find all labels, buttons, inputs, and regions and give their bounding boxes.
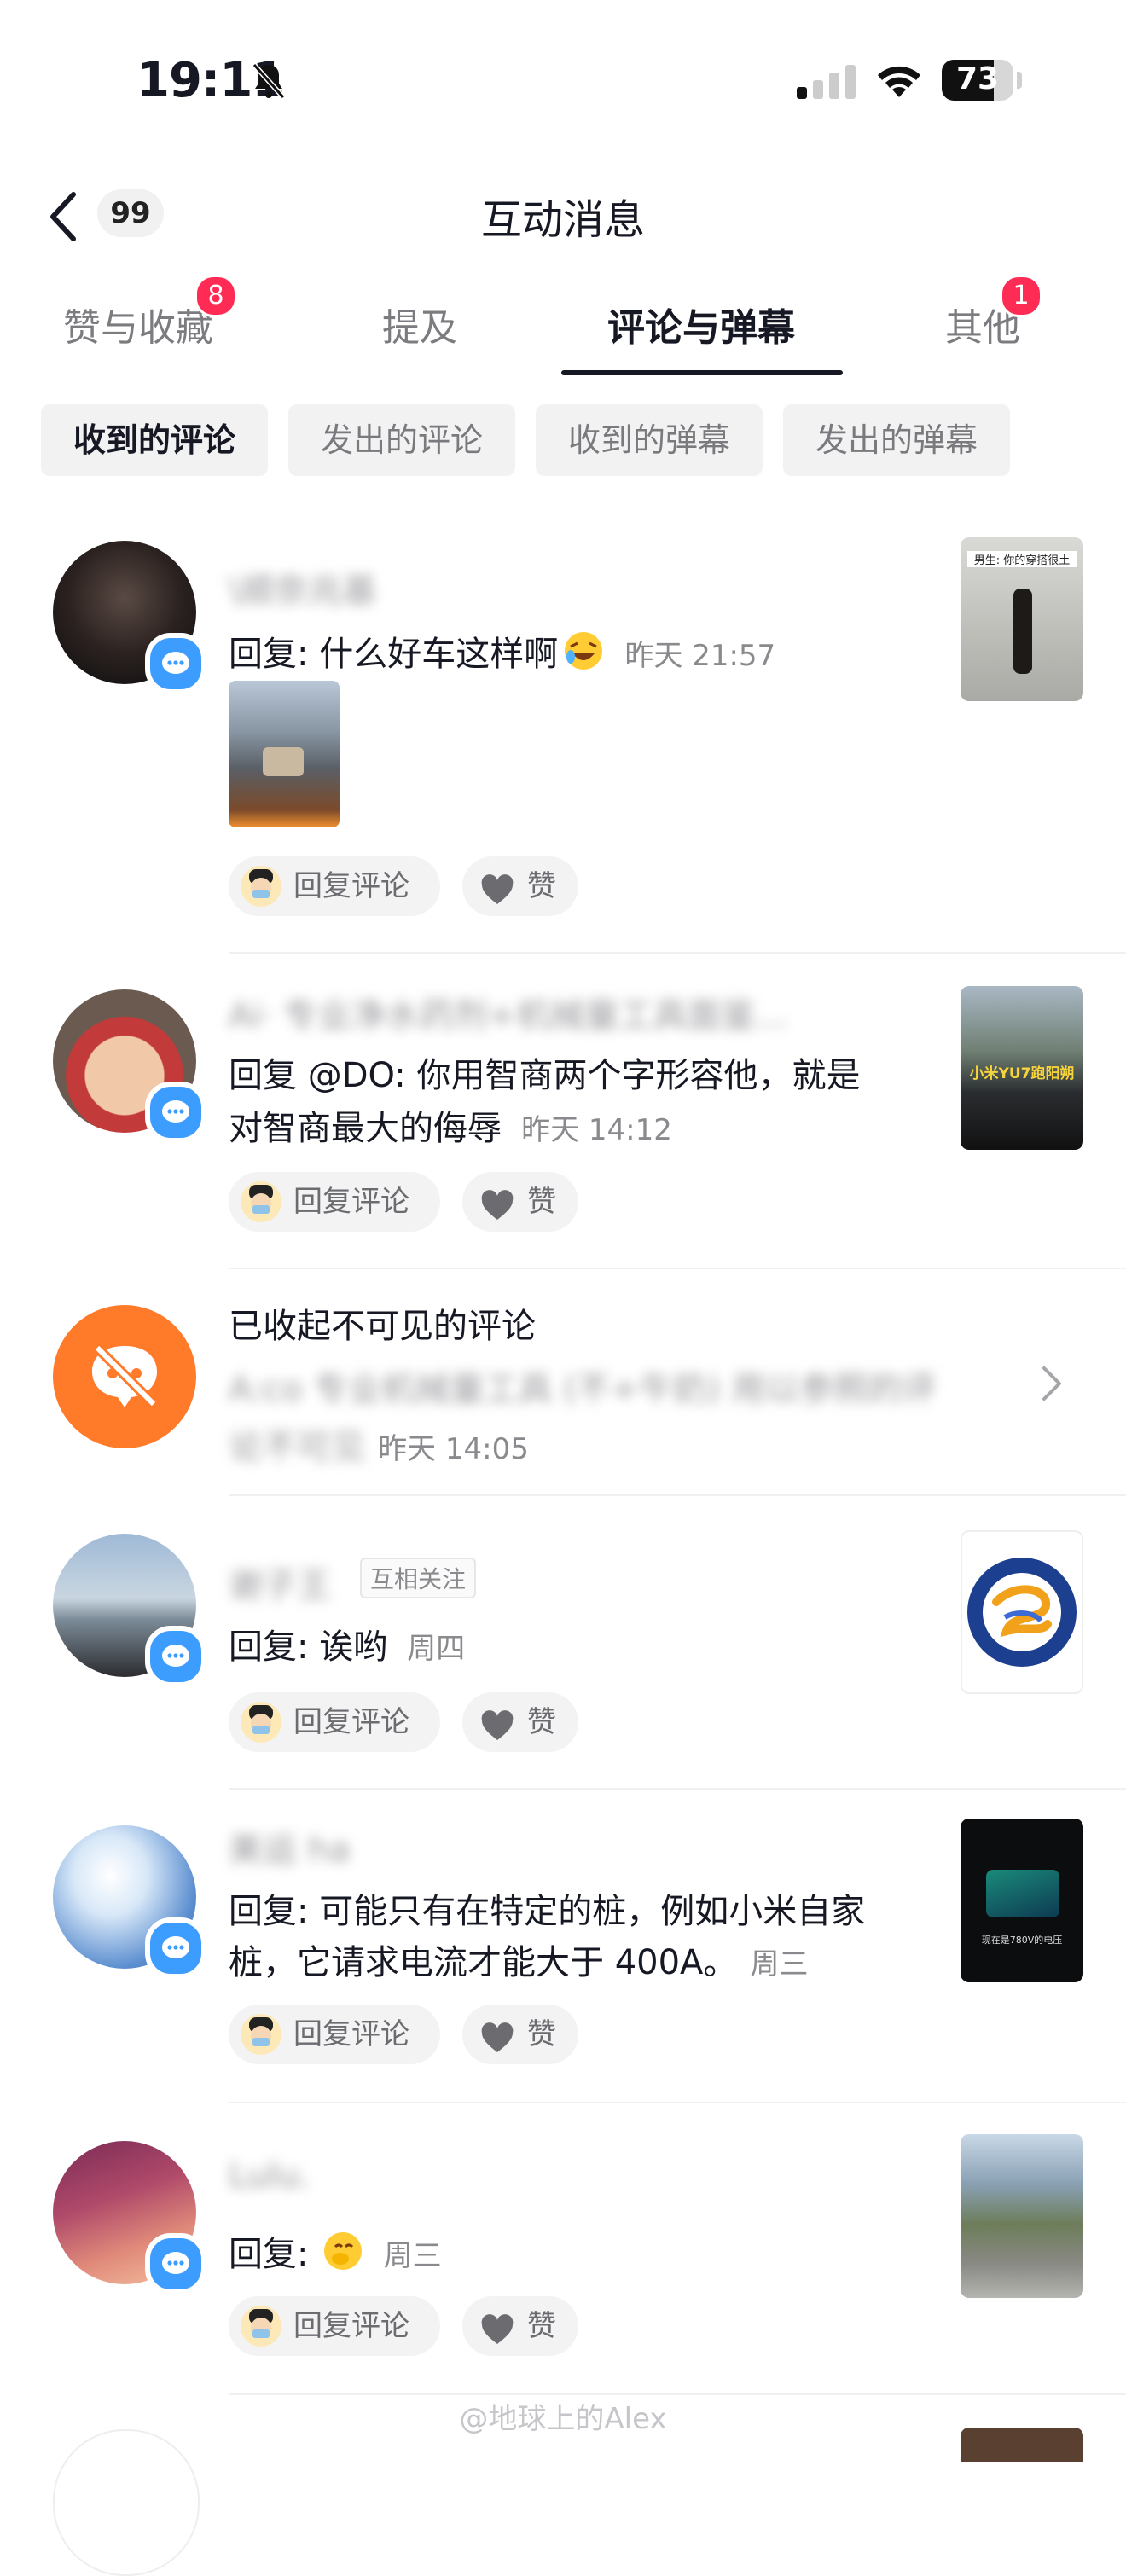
battery-indicator: 73 — [942, 60, 1022, 101]
thumbnail-caption: 现在是780V的电压 — [981, 1935, 1063, 1946]
like-label: 赞 — [527, 1705, 556, 1739]
divider — [229, 1268, 1126, 1269]
comment-text: 回复: — [229, 2235, 309, 2274]
tab-likes-favorites[interactable]: 赞与收藏 — [63, 297, 213, 351]
comment-time: 周三 — [383, 2239, 442, 2273]
laughing-emoji-icon — [562, 629, 605, 672]
divider — [229, 952, 1126, 954]
tab-other-badge: 1 — [1000, 275, 1042, 317]
active-tab-indicator — [561, 370, 843, 375]
thumbnail-caption: 小米YU7跑阳朔 — [969, 1065, 1075, 1082]
shy-emoji-icon — [322, 2230, 364, 2272]
comment-badge-icon — [145, 1917, 206, 1979]
like-button[interactable]: 赞 — [462, 856, 578, 916]
video-thumbnail[interactable]: 男生: 你的穿搭很土 — [961, 537, 1083, 701]
heart-icon — [479, 1704, 515, 1764]
user-avatar-icon — [241, 1702, 282, 1743]
like-label: 赞 — [527, 1185, 556, 1219]
divider — [229, 2102, 1126, 2103]
filter-received-danmaku[interactable]: 收到的弹幕 — [536, 404, 763, 476]
comment-badge-icon — [145, 633, 206, 694]
user-avatar-icon — [241, 2306, 282, 2347]
comment-badge-icon — [145, 1082, 206, 1143]
username[interactable]: 谢子王 — [229, 1558, 331, 1607]
reply-comment-button[interactable]: 回复评论 — [229, 1692, 440, 1752]
comment-time: 周四 — [407, 1632, 466, 1666]
reply-comment-button[interactable]: 回复评论 — [229, 2005, 440, 2064]
comment-text-continued: 桩，它请求电流才能大于 400A。 — [229, 1943, 738, 1982]
tab-comments-danmaku[interactable]: 评论与弹幕 — [607, 297, 795, 351]
divider — [229, 1788, 1126, 1790]
heart-icon — [479, 2016, 515, 2076]
cellular-signal-icon — [797, 65, 858, 102]
wifi-icon — [874, 58, 925, 104]
username[interactable]: Lulu. — [229, 2156, 311, 2196]
chevron-right-icon[interactable] — [1039, 1363, 1065, 1407]
user-avatar-icon — [241, 866, 282, 907]
school-logo-thumbnail[interactable] — [961, 1530, 1083, 1694]
page-title: 互动消息 — [480, 196, 645, 244]
comment-time: 昨天 14:05 — [378, 1432, 529, 1466]
reply-comment-button[interactable]: 回复评论 — [229, 2296, 440, 2356]
user-avatar-icon — [241, 1181, 282, 1222]
video-thumbnail[interactable]: 现在是780V的电压 — [961, 1819, 1083, 1982]
reply-label: 回复评论 — [293, 1185, 409, 1219]
thumbnail-caption: 男生: 你的穿搭很土 — [967, 551, 1077, 567]
username[interactable]: Ai· 专业净水药剂+机械量工具面鉴... — [229, 988, 860, 1037]
mutual-follow-tag: 互相关注 — [360, 1558, 477, 1598]
reply-label: 回复评论 — [293, 1705, 409, 1739]
tab-likes-badge: 8 — [194, 275, 237, 317]
like-label: 赞 — [527, 2309, 556, 2343]
comment-text: 回复: 诶哟 — [229, 1627, 388, 1667]
like-button[interactable]: 赞 — [462, 1692, 578, 1752]
heart-icon — [479, 2308, 515, 2368]
user-avatar-icon — [241, 2014, 282, 2055]
bell-muted-icon — [249, 61, 288, 104]
like-button[interactable]: 赞 — [462, 2296, 578, 2356]
video-thumbnail[interactable]: 小米YU7跑阳朔 — [961, 986, 1083, 1150]
hidden-comment-text: A:co 专业机械量工具 (不+牛奶) 用以参照的评 — [229, 1370, 937, 1409]
reply-label: 回复评论 — [293, 869, 409, 903]
divider — [229, 1494, 1126, 1496]
reply-comment-button[interactable]: 回复评论 — [229, 1172, 440, 1232]
like-button[interactable]: 赞 — [462, 2005, 578, 2064]
like-label: 赞 — [527, 869, 556, 903]
attached-image[interactable] — [229, 681, 340, 827]
tab-mentions[interactable]: 提及 — [382, 297, 457, 351]
comment-badge-icon — [145, 2233, 206, 2295]
like-label: 赞 — [527, 2017, 556, 2051]
video-thumbnail[interactable] — [961, 2134, 1083, 2298]
comment-badge-icon — [145, 1626, 206, 1687]
comment-time: 周三 — [750, 1947, 809, 1981]
reply-comment-button[interactable]: 回复评论 — [229, 856, 440, 916]
hidden-comment-icon — [53, 1305, 196, 1448]
comment-text: 回复: 可能只有在特定的桩，例如小米自家 — [229, 1892, 866, 1931]
comment-time: 昨天 21:57 — [624, 639, 776, 673]
comment-text: 回复 @DO: 你用智商两个字形容他，就是 — [229, 1056, 861, 1095]
heart-icon — [479, 1184, 515, 1244]
comment-time: 昨天 14:12 — [521, 1113, 672, 1147]
avatar[interactable] — [53, 2429, 200, 2576]
username[interactable]: \顺奈兆基 — [229, 563, 376, 612]
filter-sent-danmaku[interactable]: 发出的弹幕 — [783, 404, 1010, 476]
like-button[interactable]: 赞 — [462, 1172, 578, 1232]
filter-received-comments[interactable]: 收到的评论 — [41, 404, 268, 476]
comment-text: 回复: 什么好车这样啊 — [229, 635, 559, 674]
username[interactable]: 美运 ha — [229, 1822, 351, 1871]
watermark: @地球上的Alex — [459, 2402, 667, 2436]
reply-label: 回复评论 — [293, 2017, 409, 2051]
comment-text-continued: 对智商最大的侮辱 — [229, 1109, 502, 1148]
hidden-comment-text-continued: 论不可见 — [229, 1428, 365, 1467]
heart-icon — [479, 868, 515, 928]
battery-percent: 73 — [955, 61, 1000, 96]
reply-label: 回复评论 — [293, 2309, 409, 2343]
hidden-comment-title: 已收起不可见的评论 — [229, 1307, 536, 1346]
filter-sent-comments[interactable]: 发出的评论 — [288, 404, 515, 476]
